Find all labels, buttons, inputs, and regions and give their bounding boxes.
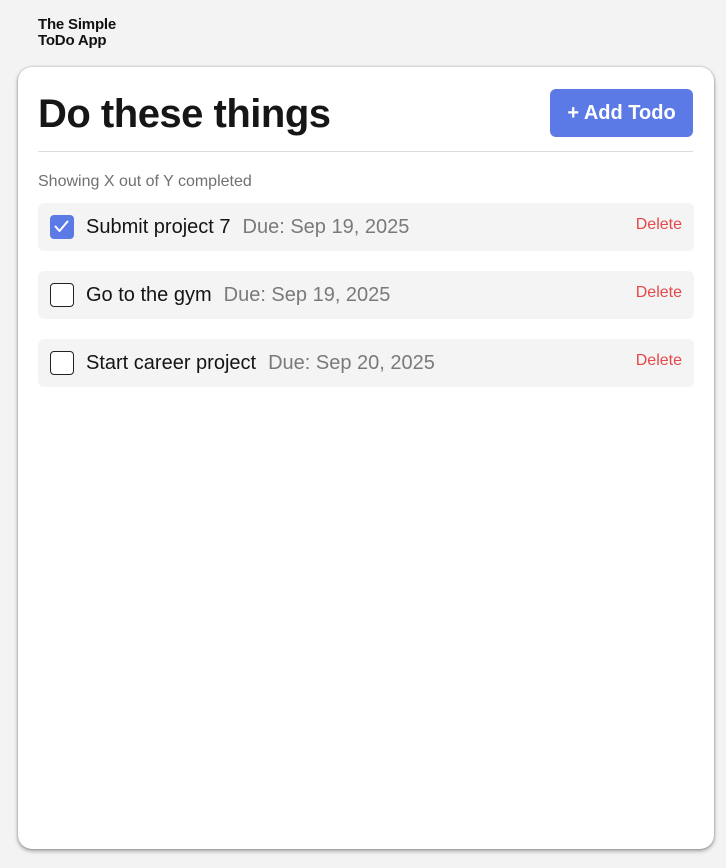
todo-text: Go to the gym Due: Sep 19, 2025 — [86, 271, 390, 319]
todo-due-date: Due: Sep 19, 2025 — [242, 216, 410, 238]
todo-text: Start career project Due: Sep 20, 2025 — [86, 339, 435, 387]
todo-text: Submit project 7 Due: Sep 19, 2025 — [86, 203, 409, 251]
page-title: Do these things — [38, 92, 331, 136]
completion-status: Showing X out of Y completed — [38, 173, 252, 190]
checkmark-icon — [54, 220, 69, 232]
add-todo-button[interactable]: + Add Todo — [550, 89, 693, 137]
todo-title: Start career project — [86, 352, 257, 374]
todo-item: Submit project 7 Due: Sep 19, 2025 Delete — [38, 203, 694, 251]
delete-todo-button[interactable]: Delete — [636, 203, 682, 247]
todo-checkbox[interactable] — [50, 215, 74, 239]
todo-due-date: Due: Sep 20, 2025 — [268, 352, 435, 374]
todo-checkbox[interactable] — [50, 351, 74, 375]
todo-title: Go to the gym — [86, 284, 212, 306]
delete-todo-button[interactable]: Delete — [636, 271, 682, 315]
todo-card: Do these things + Add Todo Showing X out… — [18, 67, 714, 849]
todo-list: Submit project 7 Due: Sep 19, 2025 Delete… — [38, 203, 694, 407]
app-title-line-2: ToDo App — [38, 32, 107, 49]
delete-todo-button[interactable]: Delete — [636, 339, 682, 383]
todo-title: Submit project 7 — [86, 216, 231, 238]
app-title: The Simple ToDo App — [38, 17, 148, 49]
card-header: Do these things + Add Todo — [38, 89, 693, 152]
todo-due-date: Due: Sep 19, 2025 — [223, 284, 391, 306]
app-title-line-1: The Simple — [38, 16, 117, 33]
todo-checkbox[interactable] — [50, 283, 74, 307]
todo-item: Go to the gym Due: Sep 19, 2025 Delete — [38, 271, 694, 319]
todo-item: Start career project Due: Sep 20, 2025 De… — [38, 339, 694, 387]
